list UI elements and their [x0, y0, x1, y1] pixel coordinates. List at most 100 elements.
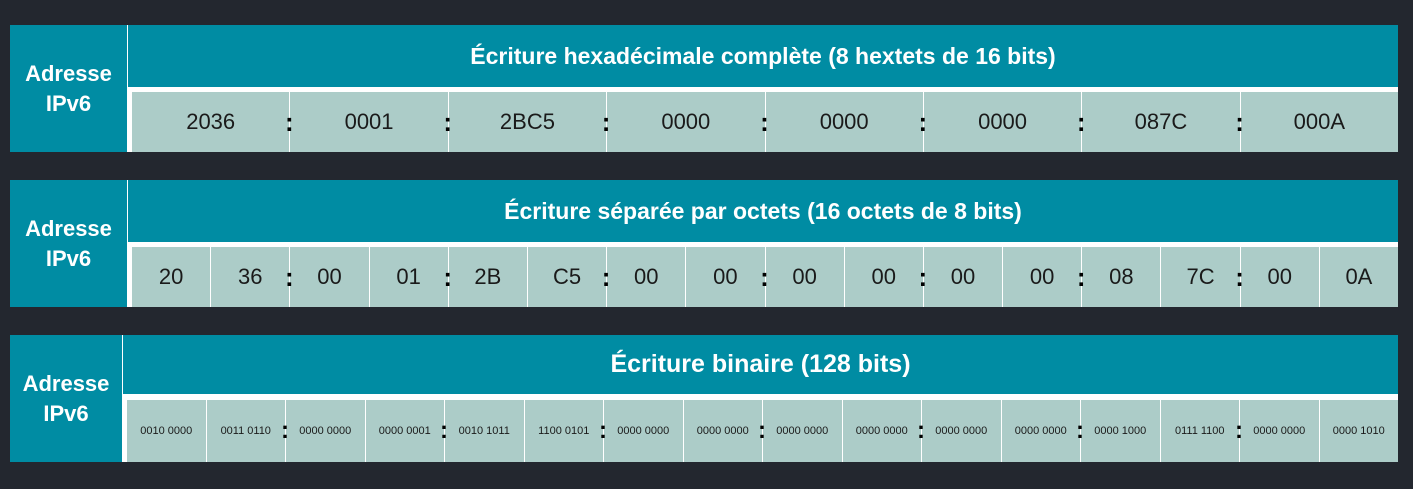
block-title: Écriture séparée par octets (16 octets d…: [128, 180, 1398, 242]
address-cell: 0000:: [760, 92, 924, 152]
address-cell: 087C:: [1077, 92, 1241, 152]
cell-value: 0111 1100: [1174, 425, 1225, 437]
cell-value: 00: [1029, 264, 1055, 289]
cell-value: 2036: [186, 109, 236, 134]
address-cell: 08:: [1077, 247, 1162, 307]
colon-separator: :: [601, 262, 611, 292]
cell-value: 0000 0000: [696, 425, 749, 437]
cell-value: 0000 0000: [299, 425, 352, 437]
cell-value: 0000 0000: [855, 425, 908, 437]
address-cell: 00: [1003, 247, 1083, 307]
colon-separator: :: [758, 417, 766, 444]
address-cell: 0000:: [602, 92, 766, 152]
cell-value: 0A: [1345, 264, 1373, 289]
cell-value: 0000: [661, 109, 711, 134]
octet-block: Adresse IPv6 Écriture séparée par octets…: [10, 180, 1398, 307]
address-cell: 0A: [1319, 247, 1398, 307]
cell-value: 000A: [1293, 109, 1345, 134]
colon-separator: :: [918, 107, 928, 137]
cell-value: 01: [396, 264, 421, 289]
colon-separator: :: [1076, 417, 1084, 444]
colon-separator: :: [760, 107, 769, 137]
cell-value: 00: [792, 264, 817, 289]
cell-value: 0010 0000: [140, 425, 193, 437]
address-label: Adresse IPv6: [10, 180, 127, 307]
octet-row: 20 36 00:01 2B: C5 00:00 00:00 00:00 08:7C 00:0A: [132, 247, 1398, 307]
address-label-line1: Adresse: [22, 370, 110, 396]
cell-value: C5: [552, 264, 582, 289]
cell-value: 0000: [978, 109, 1028, 134]
address-cell: 000A:: [1235, 92, 1398, 152]
cell-value: 00: [317, 264, 342, 289]
cell-value: 0000 0000: [617, 425, 670, 437]
address-cell: 0011 0110: [206, 400, 286, 462]
binary-block: Adresse IPv6 Écriture binaire (128 bits)…: [10, 335, 1398, 462]
colon-separator: :: [1235, 262, 1244, 292]
cell-value: 2BC5: [499, 109, 555, 134]
address-cell: 00:: [919, 247, 1004, 307]
cell-value: 0000: [819, 109, 869, 134]
address-cell: 00:: [602, 247, 687, 307]
address-cell: 0111 1100: [1160, 400, 1240, 462]
address-cell: 0000 0000:: [758, 400, 843, 462]
colon-separator: :: [443, 262, 453, 292]
address-cell: 0000 0000:: [1235, 400, 1320, 462]
address-cell: 0010 0000: [127, 400, 207, 462]
address-label-line1: Adresse: [25, 215, 112, 241]
colon-separator: :: [1235, 107, 1244, 137]
cell-value: 08: [1109, 264, 1134, 289]
colon-separator: :: [443, 107, 453, 137]
address-cell: 0010 1011:: [440, 400, 525, 462]
address-cell: 0000 0001: [365, 400, 445, 462]
cell-value: 0000 0000: [1253, 425, 1306, 437]
address-cell: 1100 0101: [524, 400, 604, 462]
address-label-line2: IPv6: [45, 90, 92, 116]
address-cell: 0000 0000: [683, 400, 763, 462]
cell-value: 0000 0000: [935, 425, 988, 437]
cell-value: 00: [713, 264, 738, 289]
block-title: Écriture hexadécimale complète (8 hextet…: [128, 25, 1398, 87]
block-title: Écriture binaire (128 bits): [123, 335, 1398, 394]
address-label-line1: Adresse: [25, 60, 112, 86]
colon-separator: :: [281, 417, 289, 444]
address-label-line2: IPv6: [45, 245, 92, 271]
colon-separator: :: [1235, 417, 1243, 444]
colon-separator: :: [599, 417, 607, 444]
address-cell: 00:: [1235, 247, 1320, 307]
address-label-line2: IPv6: [43, 400, 89, 426]
address-cell: 0000 0000: [842, 400, 922, 462]
colon-separator: :: [1076, 107, 1086, 137]
address-cell: 20: [132, 247, 212, 307]
address-cell: 00: [686, 247, 766, 307]
address-cell: 01: [369, 247, 449, 307]
cell-value: 00: [950, 264, 976, 289]
colon-separator: :: [285, 262, 294, 292]
cell-value: 00: [633, 264, 659, 289]
colon-separator: :: [917, 417, 925, 444]
cell-value: 00: [871, 264, 897, 289]
cell-value: 1100 0101: [538, 425, 590, 437]
cell-value: 087C: [1134, 109, 1188, 134]
address-cell: 00:: [760, 247, 845, 307]
colon-separator: :: [440, 417, 448, 444]
colon-separator: :: [1076, 262, 1086, 292]
address-cell: 0000 0000:: [281, 400, 366, 462]
address-cell: 2B:: [443, 247, 528, 307]
cell-value: 20: [158, 264, 184, 289]
address-cell: 0000 0000:: [599, 400, 684, 462]
address-cell: 0001:: [285, 92, 449, 152]
cell-value: 0011 0110: [220, 425, 271, 437]
address-cell: 0000 1010: [1319, 400, 1398, 462]
cell-value: 2B: [474, 264, 502, 289]
colon-separator: :: [918, 262, 928, 292]
colon-separator: :: [285, 107, 294, 137]
colon-separator: :: [601, 107, 611, 137]
address-cell: 36: [211, 247, 291, 307]
address-cell: 0000:: [919, 92, 1083, 152]
cell-value: 0000 1000: [1094, 425, 1147, 437]
binary-row: 0010 0000 0011 0110 0000 0000:0000 0001 001…: [127, 400, 1398, 462]
cell-value: 36: [238, 264, 263, 289]
address-cell: 00: [844, 247, 924, 307]
address-cell: 2BC5:: [443, 92, 608, 152]
cell-value: 00: [1267, 264, 1292, 289]
